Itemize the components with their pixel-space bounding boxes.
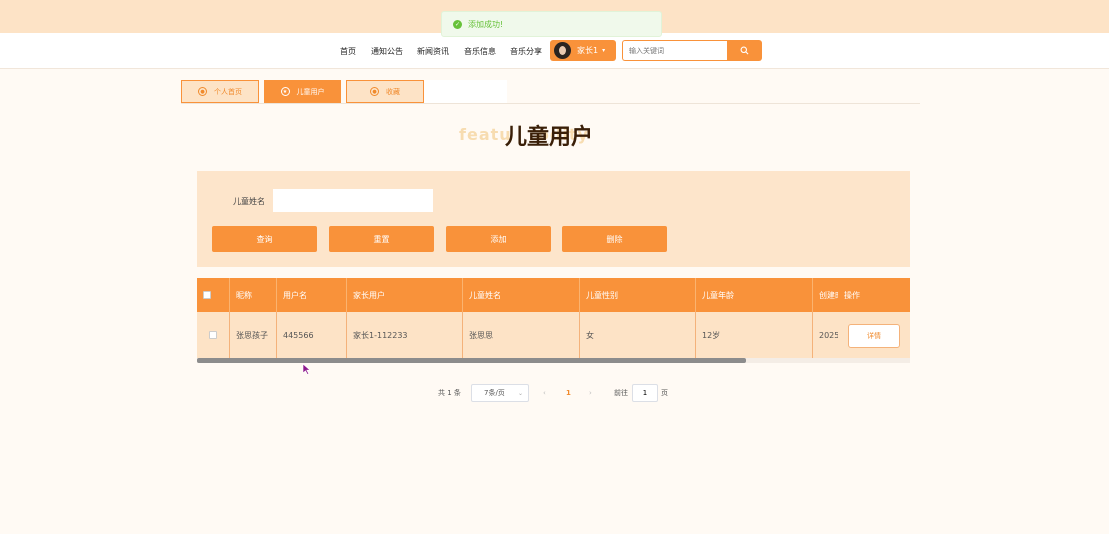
search-icon — [740, 46, 749, 55]
cell-username: 445566 — [277, 312, 347, 358]
filter-panel — [197, 171, 910, 267]
chevron-down-icon: ⌄ — [517, 389, 523, 397]
detail-button[interactable]: 详情 — [848, 324, 900, 348]
nav-music-share[interactable]: 音乐分享 — [510, 46, 542, 57]
row-checkbox[interactable] — [209, 331, 217, 339]
page-1[interactable]: 1 — [566, 384, 571, 402]
tab-favorites[interactable]: ● 收藏 — [346, 80, 424, 103]
header-username: 用户名 — [277, 278, 347, 312]
page-title: 儿童用户 — [505, 125, 594, 150]
delete-button[interactable]: 删除 — [562, 226, 667, 252]
nav-notices[interactable]: 通知公告 — [371, 46, 403, 57]
header-gender: 儿童性别 — [580, 278, 696, 312]
add-button[interactable]: 添加 — [446, 226, 551, 252]
next-page-button[interactable]: › — [589, 384, 592, 402]
goto-label: 前往 — [614, 389, 628, 397]
tab-profile[interactable]: ● 个人首页 — [181, 80, 259, 103]
goto-page-input[interactable] — [632, 384, 658, 402]
tab-child-users-label: 儿童用户 — [296, 87, 325, 96]
header-nickname: 昵称 — [230, 278, 277, 312]
cell-gender: 女 — [580, 312, 696, 358]
tab-divider — [181, 103, 920, 104]
row-select-cell — [197, 312, 230, 358]
caret-down-icon: ▾ — [602, 47, 606, 54]
reset-button[interactable]: 重置 — [329, 226, 434, 252]
child-name-input[interactable] — [273, 189, 433, 212]
header-age: 儿童年龄 — [696, 278, 813, 312]
page-size-select[interactable]: 7条/页 ⌄ — [471, 384, 529, 402]
header-parent: 家长用户 — [347, 278, 463, 312]
success-toast: ✓ 添加成功! — [441, 11, 662, 37]
check-circle-icon: ✓ — [453, 19, 462, 29]
nav-home[interactable]: 首页 — [340, 46, 356, 57]
cell-nickname: 张思孩子 — [230, 312, 277, 358]
query-button[interactable]: 查询 — [212, 226, 317, 252]
search-input[interactable] — [622, 40, 728, 61]
search-button[interactable] — [727, 40, 762, 61]
user-name: 家长1 — [577, 46, 599, 55]
select-all-cell — [197, 278, 230, 312]
star-icon: ★ — [280, 87, 290, 96]
select-all-checkbox[interactable] — [203, 291, 211, 299]
toast-message: 添加成功! — [468, 19, 504, 29]
header-child-name: 儿童姓名 — [463, 278, 580, 312]
page-suffix-label: 页 — [661, 389, 668, 397]
tab-spacer — [424, 80, 507, 103]
home-icon: ● — [198, 87, 207, 96]
scrollbar-thumb[interactable] — [197, 358, 746, 363]
prev-page-button[interactable]: ‹ — [543, 384, 546, 402]
tab-profile-label: 个人首页 — [214, 87, 242, 96]
table-header: 昵称 用户名 家长用户 儿童姓名 儿童性别 儿童年龄 创建时 操作 — [197, 278, 910, 312]
tab-child-users[interactable]: ★ 儿童用户 — [264, 80, 341, 103]
page-size-value: 7条/页 — [484, 389, 505, 397]
mouse-cursor-icon — [302, 363, 311, 375]
table-row[interactable]: 张思孩子 445566 家长1-112233 张思思 女 12岁 2025- 详… — [197, 312, 910, 358]
child-name-label: 儿童姓名 — [233, 197, 265, 206]
nav-news[interactable]: 新闻资讯 — [417, 46, 449, 57]
cell-age: 12岁 — [696, 312, 813, 358]
cell-child-name: 张思思 — [463, 312, 580, 358]
avatar — [554, 42, 571, 59]
nav-music-info[interactable]: 音乐信息 — [464, 46, 496, 57]
heart-icon: ● — [370, 87, 379, 96]
tab-favorites-label: 收藏 — [386, 87, 400, 96]
header-actions: 操作 — [838, 278, 910, 312]
user-menu-button[interactable]: 家长1 ▾ — [550, 40, 616, 61]
cell-parent: 家长1-112233 — [347, 312, 463, 358]
pagination-total: 共 1 条 — [438, 389, 461, 397]
